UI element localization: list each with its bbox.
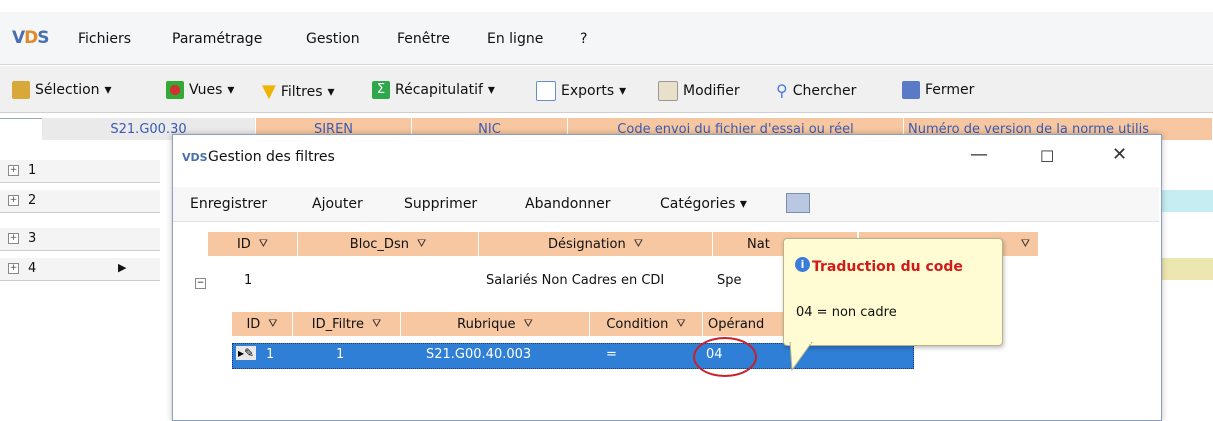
filter-icon[interactable]: ⛛ (676, 317, 685, 331)
inner-row-condition: = (606, 347, 617, 362)
exports-button[interactable]: Exports ▾ (536, 81, 626, 101)
filters-dialog (172, 134, 1162, 421)
search-icon: ⚲ (776, 81, 788, 100)
menu-gestion[interactable]: Gestion (306, 31, 360, 47)
chevron-down-icon: ▾ (619, 83, 627, 99)
inner-col-header-id[interactable]: ID ⛛ (232, 312, 293, 336)
menu-en-ligne[interactable]: En ligne (487, 31, 543, 47)
recapitulatif-button[interactable]: Σ Récapitulatif ▾ (372, 81, 495, 99)
chevron-down-icon: ▾ (104, 82, 112, 98)
sum-icon: Σ (372, 81, 390, 99)
filter-icon[interactable]: ⛛ (259, 237, 268, 251)
tooltip-title: Traduction du code (812, 259, 963, 275)
tooltip-body: 04 = non cadre (796, 305, 897, 320)
inner-row-id: 1 (266, 347, 275, 362)
row-pointer-icon: ▶ (118, 261, 127, 274)
close-door-icon (902, 81, 920, 99)
grid-row[interactable]: +3 (0, 228, 160, 251)
minimize-icon[interactable]: — (970, 144, 988, 165)
chevron-down-icon: ▾ (739, 196, 747, 212)
filter-icon[interactable]: ⛛ (1021, 237, 1030, 251)
expand-icon[interactable]: + (8, 233, 19, 244)
highlight-circle (693, 337, 757, 377)
dialog-title: Gestion des filtres (208, 149, 335, 165)
close-icon[interactable]: ✕ (1112, 144, 1127, 165)
selection-icon (12, 81, 30, 99)
filter-icon[interactable]: ⛛ (372, 317, 381, 331)
chevron-down-icon: ▾ (227, 82, 235, 98)
app-logo: VDS (12, 28, 50, 48)
enregistrer-button[interactable]: Enregistrer (190, 196, 267, 212)
inner-row-rubrique: S21.G00.40.003 (426, 347, 532, 362)
grid-row[interactable]: +1 (0, 160, 160, 183)
filter-icon[interactable]: ⛛ (524, 317, 533, 331)
grid-row[interactable]: +2 (0, 190, 160, 213)
outer-row-designation: Salariés Non Cadres en CDI (486, 273, 665, 288)
filter-icon: ▼ (262, 81, 276, 102)
collapse-icon[interactable]: − (195, 278, 206, 289)
filter-icon[interactable]: ⛛ (417, 237, 426, 251)
inner-col-header-rubrique[interactable]: Rubrique ⛛ (401, 312, 590, 336)
chercher-button[interactable]: ⚲ Chercher (776, 81, 856, 100)
outer-row-id: 1 (244, 273, 253, 288)
info-icon: i (795, 257, 810, 272)
menu-fichiers[interactable]: Fichiers (78, 31, 131, 47)
maximize-icon[interactable]: ☐ (1040, 147, 1054, 166)
abandonner-button[interactable]: Abandonner (525, 196, 610, 212)
categories-button[interactable]: Catégories ▾ (660, 196, 747, 212)
inner-col-header-id-filtre[interactable]: ID_Filtre ⛛ (293, 312, 401, 336)
col-header-id[interactable]: ID ⛛ (208, 232, 298, 256)
row-fill (1160, 190, 1213, 212)
tooltip-pointer (789, 342, 813, 372)
code-translation-tooltip (783, 238, 1003, 346)
filtres-button[interactable]: ▼ Filtres ▾ (262, 81, 335, 102)
expand-icon[interactable]: + (8, 263, 19, 274)
expand-icon[interactable]: + (8, 195, 19, 206)
views-icon (166, 81, 184, 99)
chevron-down-icon: ▾ (487, 82, 495, 98)
col-header-bloc-dsn[interactable]: Bloc_Dsn ⛛ (298, 232, 479, 256)
edit-icon (658, 81, 678, 101)
outer-row-nature: Spe (717, 273, 742, 288)
expand-icon[interactable]: + (8, 165, 19, 176)
fermer-button[interactable]: Fermer (902, 81, 974, 99)
supprimer-button[interactable]: Supprimer (404, 196, 477, 212)
grid-row[interactable]: +4 ▶ (0, 258, 160, 281)
row-edit-pencil-icon: ▸✎ (236, 346, 257, 360)
print-icon[interactable] (786, 193, 810, 213)
modifier-button[interactable]: Modifier (658, 81, 740, 101)
row-fill (1160, 258, 1213, 280)
export-icon (536, 81, 556, 101)
vues-button[interactable]: Vues ▾ (166, 81, 234, 99)
selection-button[interactable]: Sélection ▾ (12, 81, 112, 99)
chevron-down-icon: ▾ (327, 83, 335, 100)
filter-icon[interactable]: ⛛ (268, 317, 277, 331)
filter-icon[interactable]: ⛛ (634, 237, 643, 251)
col-header-designation[interactable]: Désignation ⛛ (479, 232, 713, 256)
menu-help[interactable]: ? (580, 31, 587, 47)
inner-col-header-condition[interactable]: Condition ⛛ (590, 312, 703, 336)
menu-parametrage[interactable]: Paramétrage (172, 31, 262, 47)
ajouter-button[interactable]: Ajouter (312, 196, 363, 212)
dialog-logo: VDS (182, 151, 208, 164)
inner-row-id-filtre: 1 (336, 347, 345, 362)
menu-fenetre[interactable]: Fenêtre (397, 31, 450, 47)
